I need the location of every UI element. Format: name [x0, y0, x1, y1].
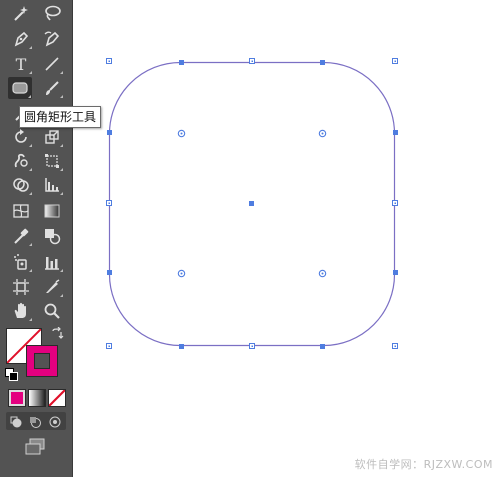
stroke-swatch-inner: [34, 353, 50, 369]
magic-wand-tool-icon[interactable]: [9, 2, 33, 24]
default-colors-icon[interactable]: [5, 368, 18, 381]
graph-tool-icon[interactable]: [40, 174, 64, 196]
tools-panel: T: [0, 0, 73, 477]
slice-tool-icon[interactable]: [40, 276, 64, 298]
blend-tool-icon[interactable]: [40, 225, 64, 247]
type-tool-glyph: T: [15, 54, 27, 74]
hand-tool-icon[interactable]: [9, 300, 33, 322]
free-transform-tool-icon[interactable]: [40, 150, 64, 172]
gradient-tool-icon[interactable]: [40, 200, 64, 222]
swap-fill-stroke-icon[interactable]: [50, 326, 64, 340]
zoom-tool-icon[interactable]: [40, 300, 64, 322]
warp-tool-icon[interactable]: [9, 150, 33, 172]
draw-normal-icon[interactable]: [9, 414, 25, 428]
artboard-tool-icon[interactable]: [9, 276, 33, 298]
mesh-tool-icon[interactable]: [9, 200, 33, 222]
stroke-swatch[interactable]: [26, 345, 58, 377]
lasso-tool-icon[interactable]: [40, 2, 64, 24]
screen-mode-icon[interactable]: [24, 438, 46, 456]
rotate-tool-icon[interactable]: [9, 126, 33, 148]
symbol-sprayer-tool-icon[interactable]: [9, 251, 33, 273]
none-mode-button[interactable]: [48, 389, 66, 407]
rounded-rectangle-shape[interactable]: [73, 0, 499, 477]
draw-inside-icon[interactable]: [47, 414, 63, 428]
draw-behind-icon[interactable]: [28, 414, 44, 428]
type-tool-icon[interactable]: T: [9, 53, 33, 75]
watermark: 软件自学网：RJZXW.COM: [354, 458, 493, 471]
column-graph-tool-icon[interactable]: [40, 251, 64, 273]
rounded-rectangle-tool-icon[interactable]: [8, 77, 32, 99]
pen-tool-icon[interactable]: [9, 28, 33, 50]
gradient-mode-button[interactable]: [28, 389, 46, 407]
paintbrush-tool-icon[interactable]: [40, 77, 64, 99]
curvature-tool-icon[interactable]: [40, 28, 64, 50]
scale-tool-icon[interactable]: [40, 126, 64, 148]
shape-builder-tool-icon[interactable]: [9, 174, 33, 196]
eyedropper-tool-icon[interactable]: [9, 225, 33, 247]
color-mode-button[interactable]: [8, 389, 26, 407]
artboard-canvas[interactable]: [73, 0, 499, 477]
line-segment-tool-icon[interactable]: [40, 53, 64, 75]
